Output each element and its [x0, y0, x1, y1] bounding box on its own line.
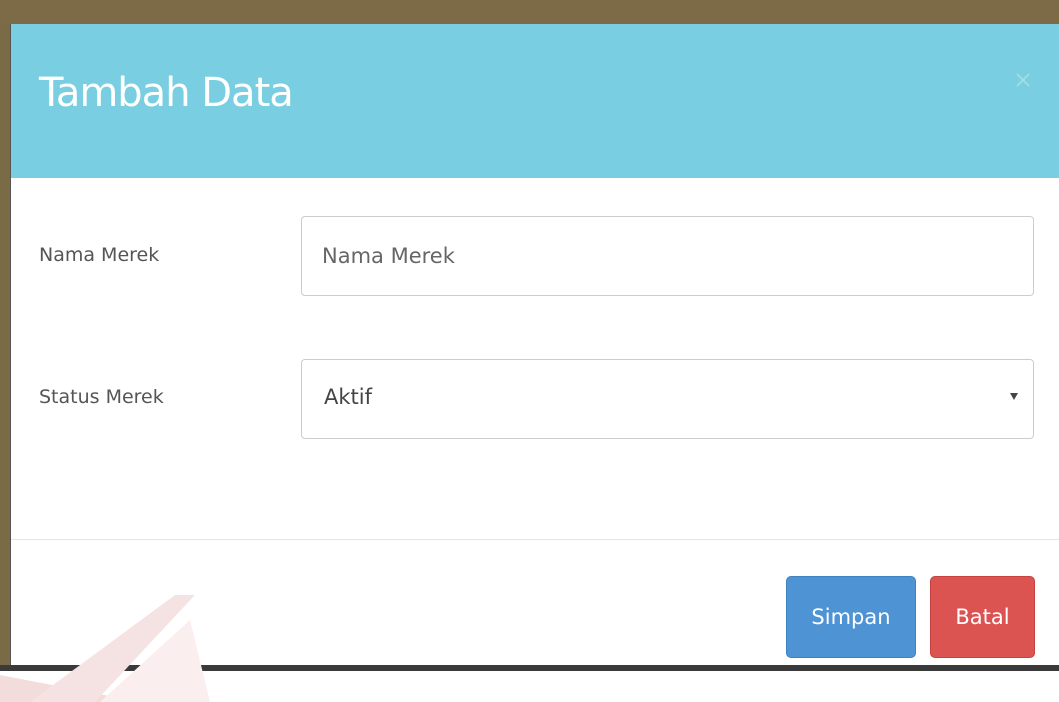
- save-button[interactable]: Simpan: [786, 576, 916, 658]
- modal-footer-divider: [11, 539, 1059, 540]
- modal-header: Tambah Data: [11, 24, 1059, 178]
- watermark-logo: [0, 595, 210, 702]
- brand-name-label: Nama Merek: [39, 244, 160, 266]
- add-data-modal: Tambah Data Nama Merek Status Merek Akti…: [10, 24, 1059, 665]
- brand-status-select[interactable]: Aktif: [301, 359, 1034, 439]
- close-icon: [1016, 73, 1030, 87]
- page-backdrop: [0, 0, 1059, 24]
- modal-title: Tambah Data: [39, 70, 294, 116]
- brand-name-input[interactable]: [301, 216, 1034, 296]
- brand-status-label: Status Merek: [39, 386, 164, 408]
- cancel-button[interactable]: Batal: [930, 576, 1035, 658]
- caret-down-icon: [1010, 393, 1018, 400]
- close-button[interactable]: [1011, 68, 1035, 92]
- brand-status-selected-value: Aktif: [324, 385, 372, 409]
